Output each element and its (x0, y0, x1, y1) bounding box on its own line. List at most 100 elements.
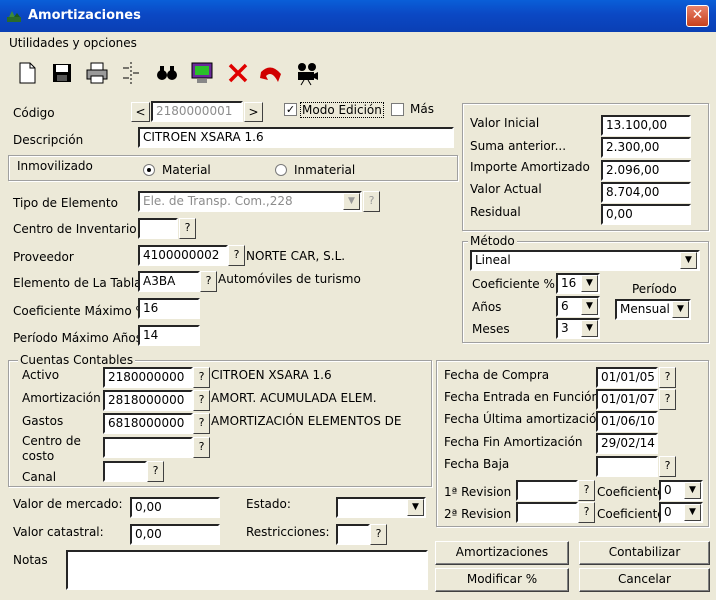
codigo-label: Código (13, 106, 55, 120)
amortizaciones-button[interactable]: Amortizaciones (435, 541, 569, 565)
valor-catastral-label: Valor catastral: (13, 525, 104, 539)
metodo-dropdown-button[interactable]: ▼ (680, 252, 697, 269)
tipo-elemento-help-button[interactable]: ? (363, 191, 380, 212)
centro-costo-help-button[interactable]: ? (193, 437, 210, 458)
periodo-dropdown-button[interactable]: ▼ (672, 301, 689, 318)
revision1-help-button[interactable]: ? (578, 480, 595, 501)
canal-field[interactable] (103, 461, 147, 482)
revision2-field[interactable] (516, 502, 578, 523)
projector-icon[interactable] (294, 60, 320, 86)
proveedor-label: Proveedor (13, 250, 74, 264)
elemento-tabla-field[interactable]: A3BA (138, 271, 200, 292)
restricciones-field[interactable] (336, 524, 370, 545)
restricciones-help-button[interactable]: ? (370, 524, 387, 545)
delete-icon[interactable] (225, 60, 251, 86)
mas-checkbox[interactable] (391, 103, 404, 116)
modificar-button[interactable]: Modificar % (435, 568, 569, 592)
fecha-entrada-help-button[interactable]: ? (659, 389, 676, 410)
proveedor-help-button[interactable]: ? (228, 245, 245, 266)
coef-maximo-field[interactable]: 16 (138, 298, 200, 319)
suma-anterior-label: Suma anterior... (470, 139, 567, 153)
descripcion-field[interactable]: CITROEN XSARA 1.6 (138, 127, 454, 148)
fecha-compra-field[interactable]: 01/01/05 (596, 367, 658, 388)
window-title: Amortizaciones (28, 8, 141, 23)
split-icon[interactable] (118, 60, 144, 86)
next-record-button[interactable]: > (244, 102, 263, 122)
fecha-compra-help-button[interactable]: ? (659, 367, 676, 388)
revision1-coef-dropdown-button[interactable]: ▼ (684, 482, 701, 499)
revision1-field[interactable] (516, 480, 578, 501)
proveedor-name: NORTE CAR, S.L. (246, 249, 346, 263)
inmaterial-radio[interactable] (275, 164, 287, 176)
valor-mercado-label: Valor de mercado: (13, 497, 123, 511)
restricciones-label: Restricciones: (246, 525, 330, 539)
gastos-help-button[interactable]: ? (193, 413, 210, 434)
prev-record-button[interactable]: < (131, 102, 150, 122)
save-icon[interactable] (49, 60, 75, 86)
meses-label: Meses (472, 322, 510, 336)
valor-inicial-label: Valor Inicial (470, 116, 540, 130)
periodo-label: Período (632, 282, 677, 296)
notas-field[interactable] (66, 550, 428, 590)
tipo-elemento-label: Tipo de Elemento (13, 196, 118, 210)
mas-label: Más (410, 102, 434, 116)
importe-amortizado-label: Importe Amortizado (470, 160, 590, 174)
anos-dropdown-button[interactable]: ▼ (581, 298, 598, 315)
monitor-icon[interactable] (189, 60, 215, 86)
revision2-help-button[interactable]: ? (578, 502, 595, 523)
importe-amortizado-field[interactable]: 2.096,00 (601, 160, 691, 181)
amortizacion-field[interactable]: 2818000000 (103, 390, 193, 411)
revision2-label: 2ª Revision (444, 507, 512, 521)
gastos-field[interactable]: 6818000000 (103, 413, 193, 434)
periodo-maximo-label: Período Máximo Años (13, 331, 142, 345)
modo-edicion-checkbox[interactable]: ✓ (284, 103, 297, 116)
coeficiente-dropdown-button[interactable]: ▼ (581, 275, 598, 292)
fecha-entrada-field[interactable]: 01/01/07 (596, 389, 658, 410)
coef-maximo-label: Coeficiente Máximo % (13, 304, 147, 318)
amortizacion-help-button[interactable]: ? (193, 390, 210, 411)
close-button[interactable]: ✕ (686, 5, 709, 27)
meses-dropdown-button[interactable]: ▼ (581, 320, 598, 337)
cancelar-button[interactable]: Cancelar (579, 568, 710, 592)
canal-help-button[interactable]: ? (147, 461, 164, 482)
search-binoculars-icon[interactable] (154, 60, 180, 86)
fecha-ultima-field[interactable]: 01/06/10 (596, 411, 658, 432)
fecha-baja-field[interactable] (596, 456, 658, 477)
valor-actual-field[interactable]: 8.704,00 (601, 182, 691, 203)
fecha-fin-field[interactable]: 29/02/14 (596, 433, 658, 454)
notas-label: Notas (13, 553, 48, 567)
undo-icon[interactable] (258, 60, 284, 86)
valor-inicial-field[interactable]: 13.100,00 (601, 115, 691, 136)
contabilizar-button[interactable]: Contabilizar (579, 541, 710, 565)
elemento-tabla-help-button[interactable]: ? (200, 271, 217, 292)
centro-inventario-field[interactable] (138, 218, 178, 239)
estado-dropdown-button[interactable]: ▼ (407, 499, 424, 516)
activo-help-button[interactable]: ? (193, 367, 210, 388)
elemento-tabla-label: Elemento de La Tabla (13, 276, 142, 290)
material-radio[interactable] (143, 164, 155, 176)
tipo-elemento-dropdown-button[interactable]: ▼ (343, 193, 360, 210)
centro-inventario-help-button[interactable]: ? (179, 218, 196, 239)
print-icon[interactable] (84, 60, 110, 86)
activo-field[interactable]: 2180000000 (103, 367, 193, 388)
metodo-select[interactable]: Lineal (470, 250, 700, 271)
residual-field[interactable]: 0,00 (601, 204, 691, 225)
tipo-elemento-select[interactable]: Ele. de Transp. Com.,228 (138, 191, 362, 212)
periodo-maximo-field[interactable]: 14 (138, 325, 200, 346)
revision2-coef-dropdown-button[interactable]: ▼ (684, 504, 701, 521)
menu-utilities[interactable]: Utilidades y opciones (9, 36, 137, 50)
valor-catastral-field[interactable]: 0,00 (130, 524, 220, 545)
new-document-icon[interactable] (14, 60, 40, 86)
codigo-field[interactable]: 2180000001 (151, 101, 243, 122)
suma-anterior-field[interactable]: 2.300,00 (601, 137, 691, 158)
activo-label: Activo (22, 368, 60, 382)
valor-mercado-field[interactable]: 0,00 (130, 497, 220, 518)
modo-edicion-label: Modo Edición (300, 102, 384, 118)
proveedor-field[interactable]: 4100000002 (138, 245, 228, 266)
amortizacion-label: Amortización (22, 391, 101, 405)
gastos-desc: AMORTIZACIÓN ELEMENTOS DE (211, 414, 402, 428)
canal-label: Canal (22, 470, 57, 484)
revision2-coef-label: Coeficiente (597, 507, 665, 521)
fecha-baja-help-button[interactable]: ? (659, 456, 676, 477)
centro-costo-field[interactable] (103, 437, 193, 458)
